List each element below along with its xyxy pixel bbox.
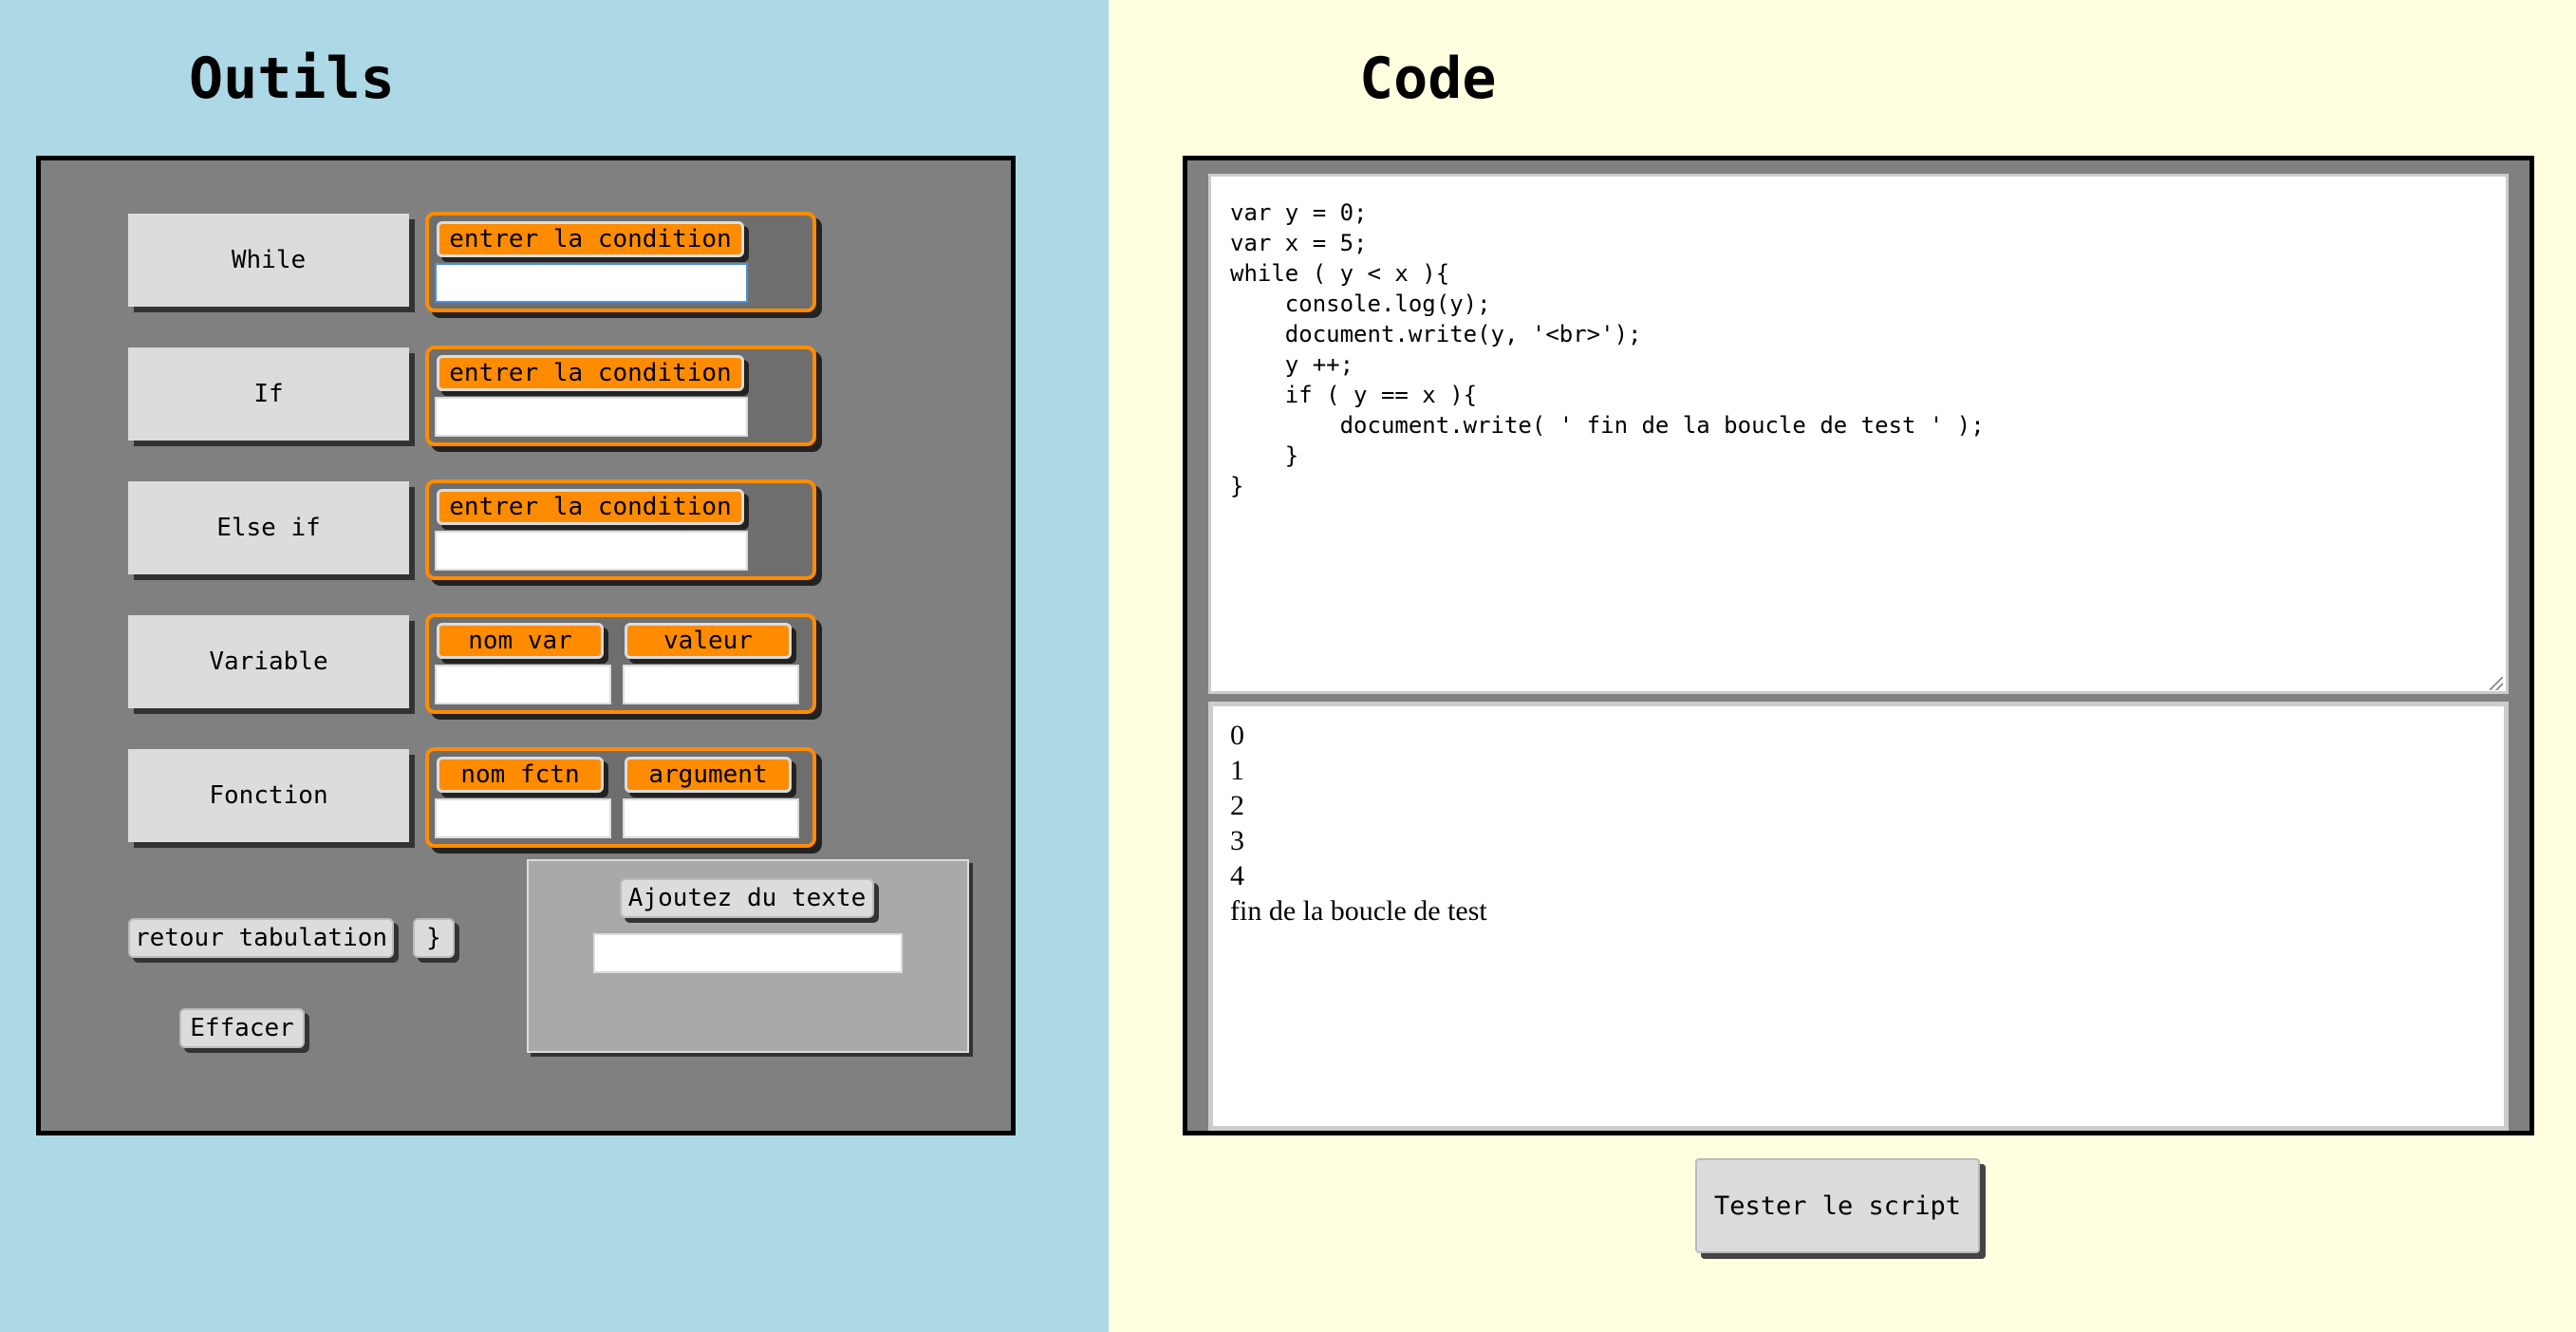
code-editor[interactable] xyxy=(1208,174,2509,694)
if-condition-box: entrer la condition xyxy=(425,346,816,446)
tools-pane: Outils While entrer la condition If entr… xyxy=(0,0,1109,1332)
add-text-input[interactable] xyxy=(593,933,903,973)
output-line: 0 xyxy=(1230,720,1244,751)
while-condition-box: entrer la condition xyxy=(425,212,816,312)
func-arg-button[interactable]: argument xyxy=(625,757,792,793)
effacer-button[interactable]: Effacer xyxy=(179,1008,305,1048)
output-line: 4 xyxy=(1230,860,1244,891)
function-button[interactable]: Fonction xyxy=(128,749,409,842)
resize-grip-icon[interactable] xyxy=(2490,677,2503,690)
retour-tabulation-button[interactable]: retour tabulation xyxy=(128,918,394,958)
var-value-input[interactable] xyxy=(623,665,799,704)
close-brace-button[interactable]: } xyxy=(413,918,455,958)
variable-box: nom var valeur xyxy=(425,613,816,714)
variable-button[interactable]: Variable xyxy=(128,615,409,708)
var-value-button[interactable]: valeur xyxy=(625,623,792,659)
func-name-input[interactable] xyxy=(435,798,611,838)
var-name-input[interactable] xyxy=(435,665,611,704)
code-panel: 0 1 2 3 4 fin de la boucle de test xyxy=(1183,156,2534,1135)
func-arg-input[interactable] xyxy=(623,798,799,838)
while-button[interactable]: While xyxy=(128,214,409,307)
if-condition-input[interactable] xyxy=(435,397,748,437)
output-line: 2 xyxy=(1230,790,1244,821)
add-text-panel: Ajoutez du texte xyxy=(527,859,969,1053)
function-box: nom fctn argument xyxy=(425,747,816,848)
elseif-condition-box: entrer la condition xyxy=(425,479,816,580)
elseif-button[interactable]: Else if xyxy=(128,481,409,574)
var-name-button[interactable]: nom var xyxy=(437,623,604,659)
while-condition-button[interactable]: entrer la condition xyxy=(437,221,744,257)
code-title: Code xyxy=(1359,46,1497,112)
script-output: 0 1 2 3 4 fin de la boucle de test xyxy=(1208,702,2509,1131)
if-condition-button[interactable]: entrer la condition xyxy=(437,355,744,391)
output-line: 1 xyxy=(1230,755,1244,786)
elseif-condition-input[interactable] xyxy=(435,531,748,571)
tools-title: Outils xyxy=(189,46,395,112)
test-script-button[interactable]: Tester le script xyxy=(1695,1158,1980,1253)
add-text-button[interactable]: Ajoutez du texte xyxy=(620,878,874,918)
func-name-button[interactable]: nom fctn xyxy=(437,757,604,793)
if-button[interactable]: If xyxy=(128,347,409,441)
while-condition-input[interactable] xyxy=(435,263,748,303)
tools-panel: While entrer la condition If entrer la c… xyxy=(36,156,1016,1135)
output-line: fin de la boucle de test xyxy=(1230,895,1487,927)
output-line: 3 xyxy=(1230,825,1244,856)
elseif-condition-button[interactable]: entrer la condition xyxy=(437,489,744,525)
